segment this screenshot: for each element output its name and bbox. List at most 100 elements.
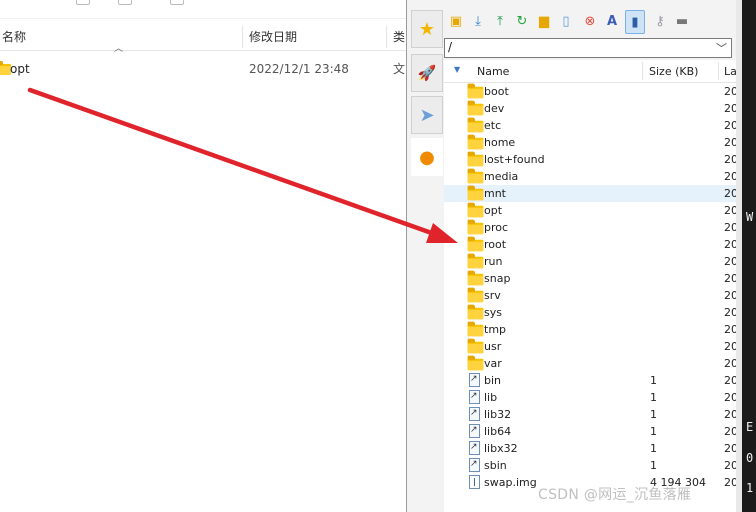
delete-icon[interactable]: ⊗ bbox=[581, 12, 599, 30]
column-last-header[interactable]: La bbox=[724, 65, 737, 78]
remote-file-name: root bbox=[484, 238, 507, 251]
remote-file-row[interactable]: lost+found 20 bbox=[444, 151, 738, 168]
folder-icon bbox=[467, 202, 484, 218]
remote-file-name: run bbox=[484, 255, 503, 268]
remote-file-row[interactable]: srv 20 bbox=[444, 287, 738, 304]
column-type-header[interactable]: 类 bbox=[393, 24, 405, 50]
symlink-icon bbox=[469, 371, 480, 388]
remote-file-row[interactable]: tmp 20 bbox=[444, 321, 738, 338]
remote-file-name: boot bbox=[484, 85, 509, 98]
remote-file-name: opt bbox=[484, 204, 503, 217]
new-folder-icon[interactable]: ▆ bbox=[535, 12, 553, 30]
folder-icon bbox=[467, 355, 484, 371]
remote-file-name: lib64 bbox=[484, 425, 512, 438]
explorer-toolbar-remnant bbox=[0, 0, 406, 19]
folder-icon bbox=[467, 134, 484, 150]
terminal-char: W bbox=[746, 210, 754, 224]
terminal-icon[interactable]: ▬ bbox=[673, 12, 691, 30]
remote-file-row[interactable]: lib64120 bbox=[444, 422, 738, 440]
remote-file-size: 1 bbox=[650, 425, 657, 438]
column-divider[interactable] bbox=[242, 26, 243, 48]
remote-file-name: sbin bbox=[484, 459, 507, 472]
remote-file-row[interactable]: bin120 bbox=[444, 371, 738, 389]
chevron-down-icon[interactable]: ﹀ bbox=[716, 40, 727, 56]
remote-file-name: dev bbox=[484, 102, 505, 115]
terminal-strip[interactable]: W E 0 1 bbox=[736, 0, 756, 512]
sort-caret-icon: ︿ bbox=[114, 44, 124, 54]
remote-file-row[interactable]: var 20 bbox=[444, 355, 738, 372]
favorites-star-icon[interactable]: ★ bbox=[411, 10, 443, 48]
remote-file-row[interactable]: media 20 bbox=[444, 168, 738, 185]
remote-file-row[interactable]: boot 20 bbox=[444, 83, 738, 100]
folder-icon bbox=[467, 100, 484, 116]
remote-file-row[interactable]: usr 20 bbox=[444, 338, 738, 355]
sync-browse-icon[interactable]: ▮ bbox=[625, 10, 645, 34]
remote-file-row[interactable]: dev 20 bbox=[444, 100, 738, 117]
explorer-row-opt[interactable]: opt 2022/12/1 23:48 文 bbox=[0, 58, 406, 80]
remote-file-name: media bbox=[484, 170, 519, 183]
expand-triangle-icon[interactable]: ▼ bbox=[454, 65, 460, 74]
new-file-icon[interactable]: ▯ bbox=[557, 12, 575, 30]
remote-file-name: var bbox=[484, 357, 502, 370]
toolbar-fragment bbox=[76, 0, 90, 5]
rocket-icon[interactable]: 🚀 bbox=[411, 54, 443, 92]
column-divider[interactable] bbox=[642, 62, 643, 80]
terminal-char: 1 bbox=[746, 481, 754, 495]
terminal-char: 0 bbox=[746, 451, 754, 465]
terminal-gutter bbox=[736, 0, 742, 512]
remote-file-row[interactable]: sys 20 bbox=[444, 304, 738, 321]
send-icon[interactable]: ➤ bbox=[411, 96, 443, 134]
remote-file-name: libx32 bbox=[484, 442, 518, 455]
remote-file-name: swap.img bbox=[484, 476, 537, 489]
explorer-row-name: opt bbox=[10, 62, 30, 76]
refresh-icon[interactable]: ↻ bbox=[513, 12, 531, 30]
remote-file-size: 1 bbox=[650, 459, 657, 472]
remote-file-row[interactable]: opt 20 bbox=[444, 202, 738, 219]
remote-file-row[interactable]: lib120 bbox=[444, 388, 738, 406]
column-name-header[interactable]: 名称 bbox=[2, 24, 26, 50]
remote-path-combobox[interactable]: / ﹀ bbox=[444, 38, 732, 58]
column-divider[interactable] bbox=[718, 62, 719, 80]
explorer-row-type: 文 bbox=[393, 62, 406, 76]
explorer-column-header: 名称 ︿ 修改日期 类 bbox=[0, 24, 406, 54]
globe-icon[interactable]: ● bbox=[411, 138, 443, 176]
remote-file-size: 1 bbox=[650, 374, 657, 387]
column-size-header[interactable]: Size (KB) bbox=[649, 65, 698, 78]
remote-file-size: 1 bbox=[650, 442, 657, 455]
folder-icon bbox=[467, 304, 484, 320]
remote-file-name: mnt bbox=[484, 187, 506, 200]
remote-file-row[interactable]: mnt 20 bbox=[444, 185, 738, 202]
remote-file-row[interactable]: etc 20 bbox=[444, 117, 738, 134]
upload-folder-icon[interactable]: ▣ bbox=[447, 12, 465, 30]
remote-file-row[interactable]: snap 20 bbox=[444, 270, 738, 287]
file-icon bbox=[469, 475, 480, 489]
symlink-icon bbox=[469, 422, 480, 439]
rename-icon[interactable]: A bbox=[603, 12, 621, 30]
folder-icon bbox=[467, 236, 484, 252]
remote-file-name: usr bbox=[484, 340, 502, 353]
toolbar-fragment bbox=[118, 0, 132, 5]
download-icon[interactable]: ⤓ bbox=[469, 12, 487, 30]
folder-icon bbox=[467, 287, 484, 303]
key-icon[interactable]: ⚷ bbox=[651, 12, 669, 30]
remote-file-row[interactable]: home 20 bbox=[444, 134, 738, 151]
folder-icon bbox=[467, 321, 484, 337]
remote-file-row[interactable]: sbin120 bbox=[444, 456, 738, 474]
column-divider[interactable] bbox=[386, 26, 387, 48]
remote-file-row[interactable]: root 20 bbox=[444, 236, 738, 253]
sftp-toolbar: ▣ ⤓ ⤒ ↻ ▆ ▯ ⊗ A ▮ ⚷ ▬ bbox=[445, 8, 737, 36]
symlink-icon bbox=[469, 405, 480, 422]
remote-file-name: snap bbox=[484, 272, 511, 285]
upload-icon[interactable]: ⤒ bbox=[491, 12, 509, 30]
folder-icon bbox=[467, 168, 484, 184]
folder-icon bbox=[467, 338, 484, 354]
remote-file-list[interactable]: ▼ Name Size (KB) La boot 20 dev 20 etc 20 home… bbox=[444, 60, 738, 512]
column-modified-header[interactable]: 修改日期 bbox=[249, 24, 297, 50]
remote-file-row[interactable]: proc 20 bbox=[444, 219, 738, 236]
remote-file-row[interactable]: run 20 bbox=[444, 253, 738, 270]
remote-file-row[interactable]: libx32120 bbox=[444, 439, 738, 457]
remote-file-name: srv bbox=[484, 289, 501, 302]
remote-file-row[interactable]: lib32120 bbox=[444, 405, 738, 423]
remote-file-name: sys bbox=[484, 306, 502, 319]
column-name-header[interactable]: Name bbox=[477, 65, 509, 78]
